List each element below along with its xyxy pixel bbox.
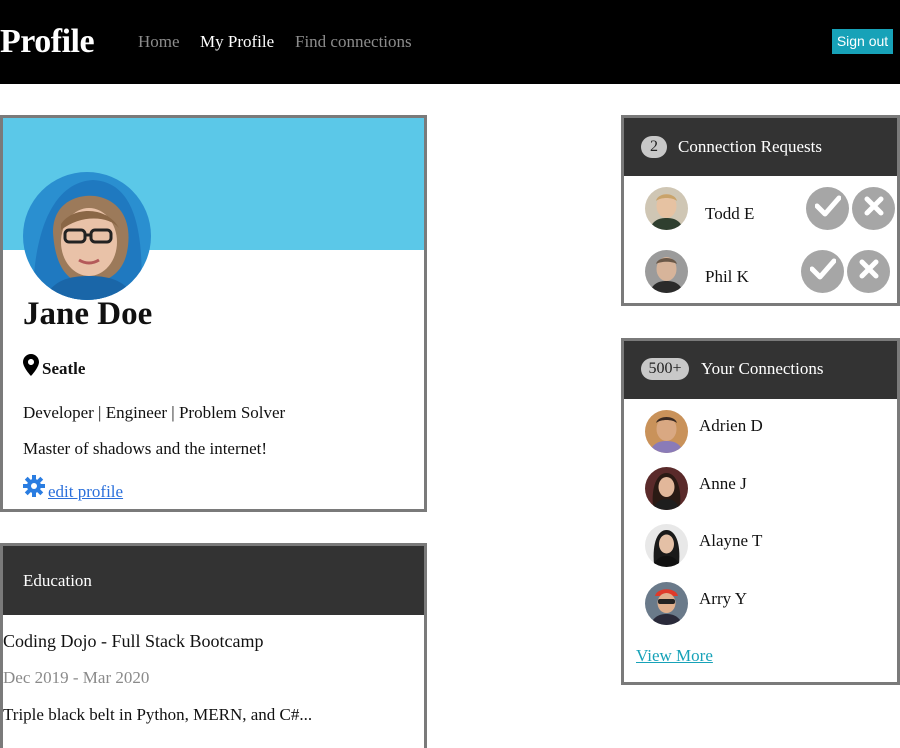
edit-profile-label[interactable]: edit profile — [48, 482, 123, 502]
check-icon — [814, 195, 841, 222]
requests-title: Connection Requests — [678, 137, 823, 156]
education-description: Triple black belt in Python, MERN, and C… — [3, 705, 313, 724]
connection-item[interactable]: Adrien D — [624, 410, 897, 454]
avatar — [645, 467, 688, 510]
avatar — [645, 582, 688, 625]
profile-location: Seatle — [23, 353, 86, 381]
map-pin-icon — [23, 353, 39, 381]
education-dates: Dec 2019 - Mar 2020 — [3, 668, 150, 687]
x-icon — [863, 195, 885, 222]
requests-count-badge: 2 — [641, 136, 667, 158]
connections-count-badge: 500+ — [641, 358, 689, 380]
profile-name: Jane Doe — [23, 296, 153, 332]
gear-icon — [23, 475, 45, 502]
education-school: Coding Dojo - Full Stack Bootcamp — [3, 631, 264, 651]
avatar — [645, 524, 688, 567]
connections-title: Your Connections — [701, 359, 824, 378]
nav-link-my-profile[interactable]: My Profile — [200, 31, 274, 53]
request-row: Todd E — [624, 187, 897, 231]
connection-name: Adrien D — [699, 416, 763, 435]
avatar[interactable] — [645, 250, 688, 293]
connection-item[interactable]: Arry Y — [624, 582, 897, 626]
requests-header: 2 Connection Requests — [624, 118, 897, 176]
request-name: Todd E — [705, 204, 755, 223]
connections-header: 500+ Your Connections — [624, 341, 897, 399]
profile-bio: Master of shadows and the internet! — [23, 439, 268, 458]
connection-name: Anne J — [699, 474, 747, 493]
accept-button[interactable] — [806, 187, 849, 230]
education-title: Education — [23, 571, 92, 590]
view-more-link[interactable]: View More — [636, 645, 713, 667]
connections-card: 500+ Your Connections Adrien D Anne J Al… — [621, 338, 900, 685]
decline-button[interactable] — [852, 187, 895, 230]
nav-link-find-connections[interactable]: Find connections — [295, 31, 412, 53]
profile-avatar — [23, 172, 151, 300]
profile-tagline: Developer | Engineer | Problem Solver — [23, 403, 286, 422]
education-card: Education Coding Dojo - Full Stack Bootc… — [0, 543, 427, 748]
check-icon — [809, 258, 836, 285]
request-row: Phil K — [624, 250, 897, 294]
brand-title: Profile — [0, 23, 95, 60]
avatar — [645, 410, 688, 453]
top-navbar: Profile Home My Profile Find connections… — [0, 0, 900, 84]
location-text: Seatle — [42, 359, 86, 378]
connection-item[interactable]: Alayne T — [624, 524, 897, 568]
connection-item[interactable]: Anne J — [624, 467, 897, 511]
edit-profile-link[interactable]: edit profile — [23, 475, 123, 502]
avatar[interactable] — [645, 187, 688, 230]
connection-name: Alayne T — [699, 531, 763, 550]
decline-button[interactable] — [847, 250, 890, 293]
connection-name: Arry Y — [699, 589, 747, 608]
request-name: Phil K — [705, 267, 749, 286]
accept-button[interactable] — [801, 250, 844, 293]
sign-out-button[interactable]: Sign out — [832, 29, 893, 54]
education-header: Education — [3, 546, 424, 615]
connection-requests-card: 2 Connection Requests Todd E Phil K — [621, 115, 900, 306]
x-icon — [858, 258, 880, 285]
nav-link-home[interactable]: Home — [138, 31, 180, 53]
profile-card: Jane Doe Seatle Developer | Engineer | P… — [0, 115, 427, 512]
